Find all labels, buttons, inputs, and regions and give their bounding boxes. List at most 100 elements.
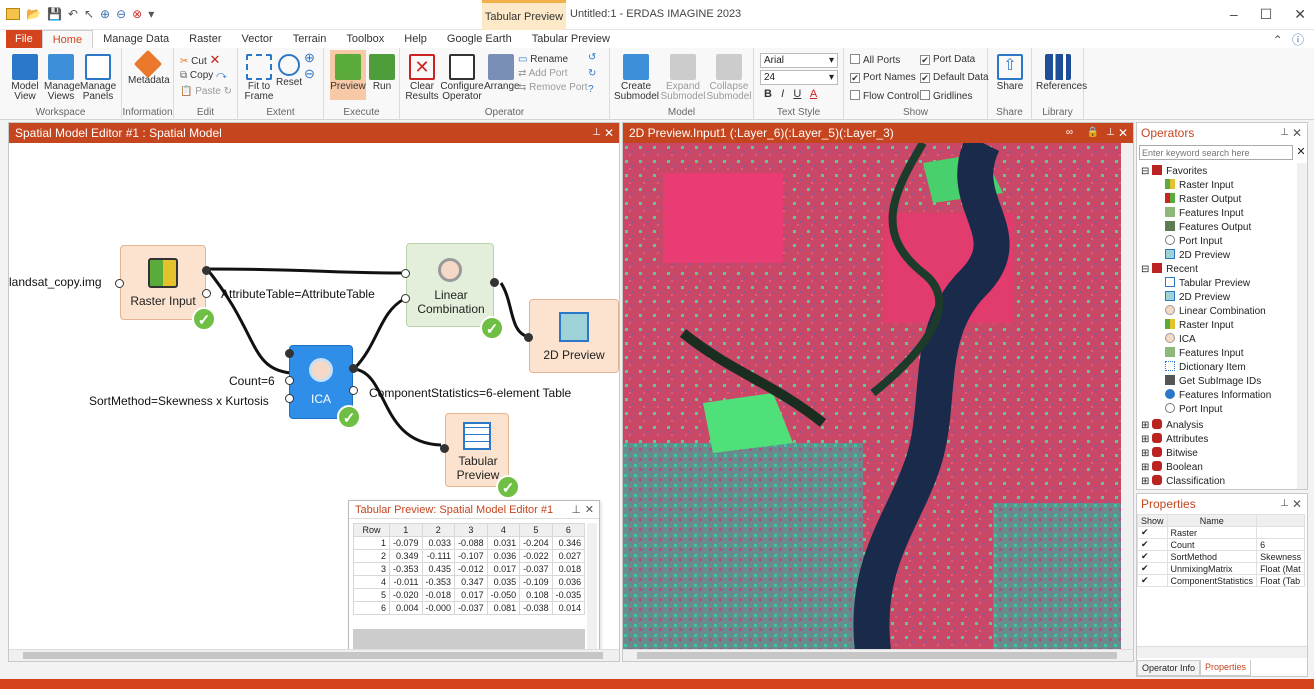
minimize-icon[interactable]: – <box>1230 6 1238 23</box>
scroll-thumb[interactable] <box>637 652 1117 659</box>
output-port[interactable] <box>349 364 358 373</box>
pin-icon[interactable]: ⊥ <box>1280 123 1289 143</box>
close-icon[interactable]: ✕ <box>1118 123 1128 143</box>
linear-combination-node[interactable]: Linear Combination <box>406 243 494 327</box>
vertical-scrollbar[interactable] <box>1297 163 1307 489</box>
maximize-icon[interactable]: ☐ <box>1260 6 1273 23</box>
column-header[interactable]: 6 <box>551 523 586 537</box>
zoom-in-icon[interactable]: ⊕ <box>304 51 315 64</box>
table-row[interactable]: ✔ SortMethod Skewness <box>1137 550 1306 563</box>
table-row[interactable]: 1 -0.079 0.033 -0.088 0.031 -0.204 0.346 <box>353 536 586 550</box>
operator-item[interactable]: Get SubImage IDs <box>1165 375 1261 387</box>
property-value[interactable] <box>1256 526 1306 539</box>
2d-preview-node[interactable]: 2D Preview <box>529 299 619 373</box>
close-icon[interactable]: ✕ <box>1294 6 1306 23</box>
rotate-icon[interactable]: ↻ <box>224 86 232 97</box>
customize-icon[interactable]: ▾ <box>148 7 154 21</box>
input-port[interactable] <box>524 333 533 342</box>
add-port-button[interactable]: ⇄ Add Port <box>518 68 568 80</box>
zoom-out-icon[interactable]: ⊖ <box>116 7 126 21</box>
tab-raster[interactable]: Raster <box>179 30 231 48</box>
operator-item[interactable]: Features Input <box>1165 207 1243 219</box>
open-icon[interactable]: 📂 <box>26 7 41 21</box>
rename-button[interactable]: ▭ Rename <box>518 54 568 66</box>
references-button[interactable]: References <box>1036 54 1087 92</box>
operator-item[interactable]: Features Input <box>1165 347 1243 359</box>
help-icon[interactable]: ? <box>588 84 594 96</box>
input-port[interactable] <box>285 376 294 385</box>
redo-icon[interactable]: ↷ <box>216 70 227 81</box>
preview-button[interactable]: Preview <box>330 50 366 100</box>
output-port[interactable] <box>349 386 358 395</box>
pin-icon[interactable]: ⊥ <box>1280 494 1289 514</box>
arrange-button[interactable]: Arrange <box>484 54 520 92</box>
column-header[interactable]: 1 <box>389 523 423 537</box>
operator-item[interactable]: Tabular Preview <box>1165 277 1250 289</box>
tab-tabular-preview[interactable]: Tabular Preview <box>522 30 620 48</box>
help-icon[interactable]: ⓘ <box>1292 33 1304 47</box>
output-port[interactable] <box>490 278 499 287</box>
port-names-checkbox[interactable]: ✔ Port Names <box>850 72 916 84</box>
fit-to-frame-button[interactable]: Fit to Frame <box>242 54 276 102</box>
table-row[interactable]: 4 -0.011 -0.353 0.347 0.035 -0.109 0.036 <box>353 575 586 589</box>
column-header[interactable]: Show <box>1137 514 1168 527</box>
tab-terrain[interactable]: Terrain <box>283 30 337 48</box>
column-header[interactable]: 3 <box>454 523 488 537</box>
pointer-icon[interactable]: ↖ <box>84 7 94 21</box>
pin-icon[interactable]: ⊥ <box>592 123 601 143</box>
tab-properties[interactable]: Properties <box>1200 660 1252 676</box>
favorites-group[interactable]: ⊟ Favorites <box>1141 165 1207 177</box>
show-checkbox[interactable]: ✔ <box>1137 550 1168 563</box>
flow-control-checkbox[interactable]: Flow Control <box>850 90 919 103</box>
category-item[interactable]: ⊞ Analysis <box>1141 419 1203 431</box>
cancel-icon[interactable]: ⊗ <box>132 7 142 21</box>
font-combo[interactable]: Arial ▾ <box>760 53 838 68</box>
run-button[interactable]: Run <box>368 54 396 92</box>
column-header[interactable]: 4 <box>486 523 521 537</box>
property-value[interactable]: Skewness <box>1256 550 1306 563</box>
vertical-scrollbar[interactable] <box>1121 143 1133 651</box>
close-icon[interactable]: ✕ <box>604 123 614 143</box>
table-row[interactable]: ✔ UnmixingMatrix Float (Mat <box>1137 562 1306 575</box>
column-header[interactable]: 2 <box>421 523 456 537</box>
default-data-checkbox[interactable]: ✔ Default Data <box>920 72 989 84</box>
manage-panels-button[interactable]: Manage Panels <box>80 54 116 102</box>
share-button[interactable]: ⇧ Share <box>994 54 1026 92</box>
close-icon[interactable]: ✕ <box>1292 494 1302 514</box>
clear-search-icon[interactable]: ✕ <box>1295 145 1307 160</box>
category-item[interactable]: ⊞ Attributes <box>1141 433 1208 445</box>
category-item[interactable]: ⊞ Classification <box>1141 475 1225 487</box>
pin-icon[interactable]: ⊥ <box>1106 123 1115 143</box>
lock-icon[interactable]: 🔒 <box>1087 123 1099 143</box>
output-port[interactable] <box>202 266 211 275</box>
operator-item[interactable]: 2D Preview <box>1165 249 1230 261</box>
table-row[interactable]: ✔ Raster <box>1137 526 1306 539</box>
clear-results-button[interactable]: ✕ Clear Results <box>404 54 440 102</box>
delete-icon[interactable]: ✕ <box>210 52 221 67</box>
operator-item[interactable]: ICA <box>1165 333 1196 345</box>
tab-operator-info[interactable]: Operator Info <box>1137 660 1201 676</box>
tab-home[interactable]: Home <box>41 30 94 48</box>
property-value[interactable]: Float (Mat <box>1256 562 1306 575</box>
operator-search-input[interactable] <box>1139 145 1293 160</box>
category-item[interactable]: ⊞ Boolean <box>1141 461 1203 473</box>
raster-input-node[interactable]: Raster Input <box>120 245 206 320</box>
input-port[interactable] <box>401 269 410 278</box>
pin-icon[interactable]: ⊥ <box>571 501 581 519</box>
input-port[interactable] <box>115 279 124 288</box>
operator-item[interactable]: Port Input <box>1165 235 1222 247</box>
manage-views-button[interactable]: Manage Views <box>44 54 80 102</box>
expand-submodel-button[interactable]: Expand Submodel <box>660 54 706 102</box>
horizontal-scrollbar[interactable] <box>1137 646 1307 658</box>
satellite-image[interactable] <box>623 143 1121 651</box>
operator-item[interactable]: Dictionary Item <box>1165 361 1246 373</box>
model-view-button[interactable]: Model View <box>8 54 42 102</box>
vertical-scrollbar[interactable] <box>587 523 597 653</box>
column-header[interactable] <box>1256 514 1306 527</box>
italic-button[interactable]: I <box>781 88 784 100</box>
table-row[interactable]: 2 0.349 -0.111 -0.107 0.036 -0.022 0.027 <box>353 549 586 563</box>
show-checkbox[interactable]: ✔ <box>1137 526 1168 539</box>
copy-button[interactable]: ⧉ Copy ↷ <box>180 70 227 82</box>
font-size-combo[interactable]: 24 ▾ <box>760 70 838 85</box>
scroll-thumb[interactable] <box>23 652 603 659</box>
